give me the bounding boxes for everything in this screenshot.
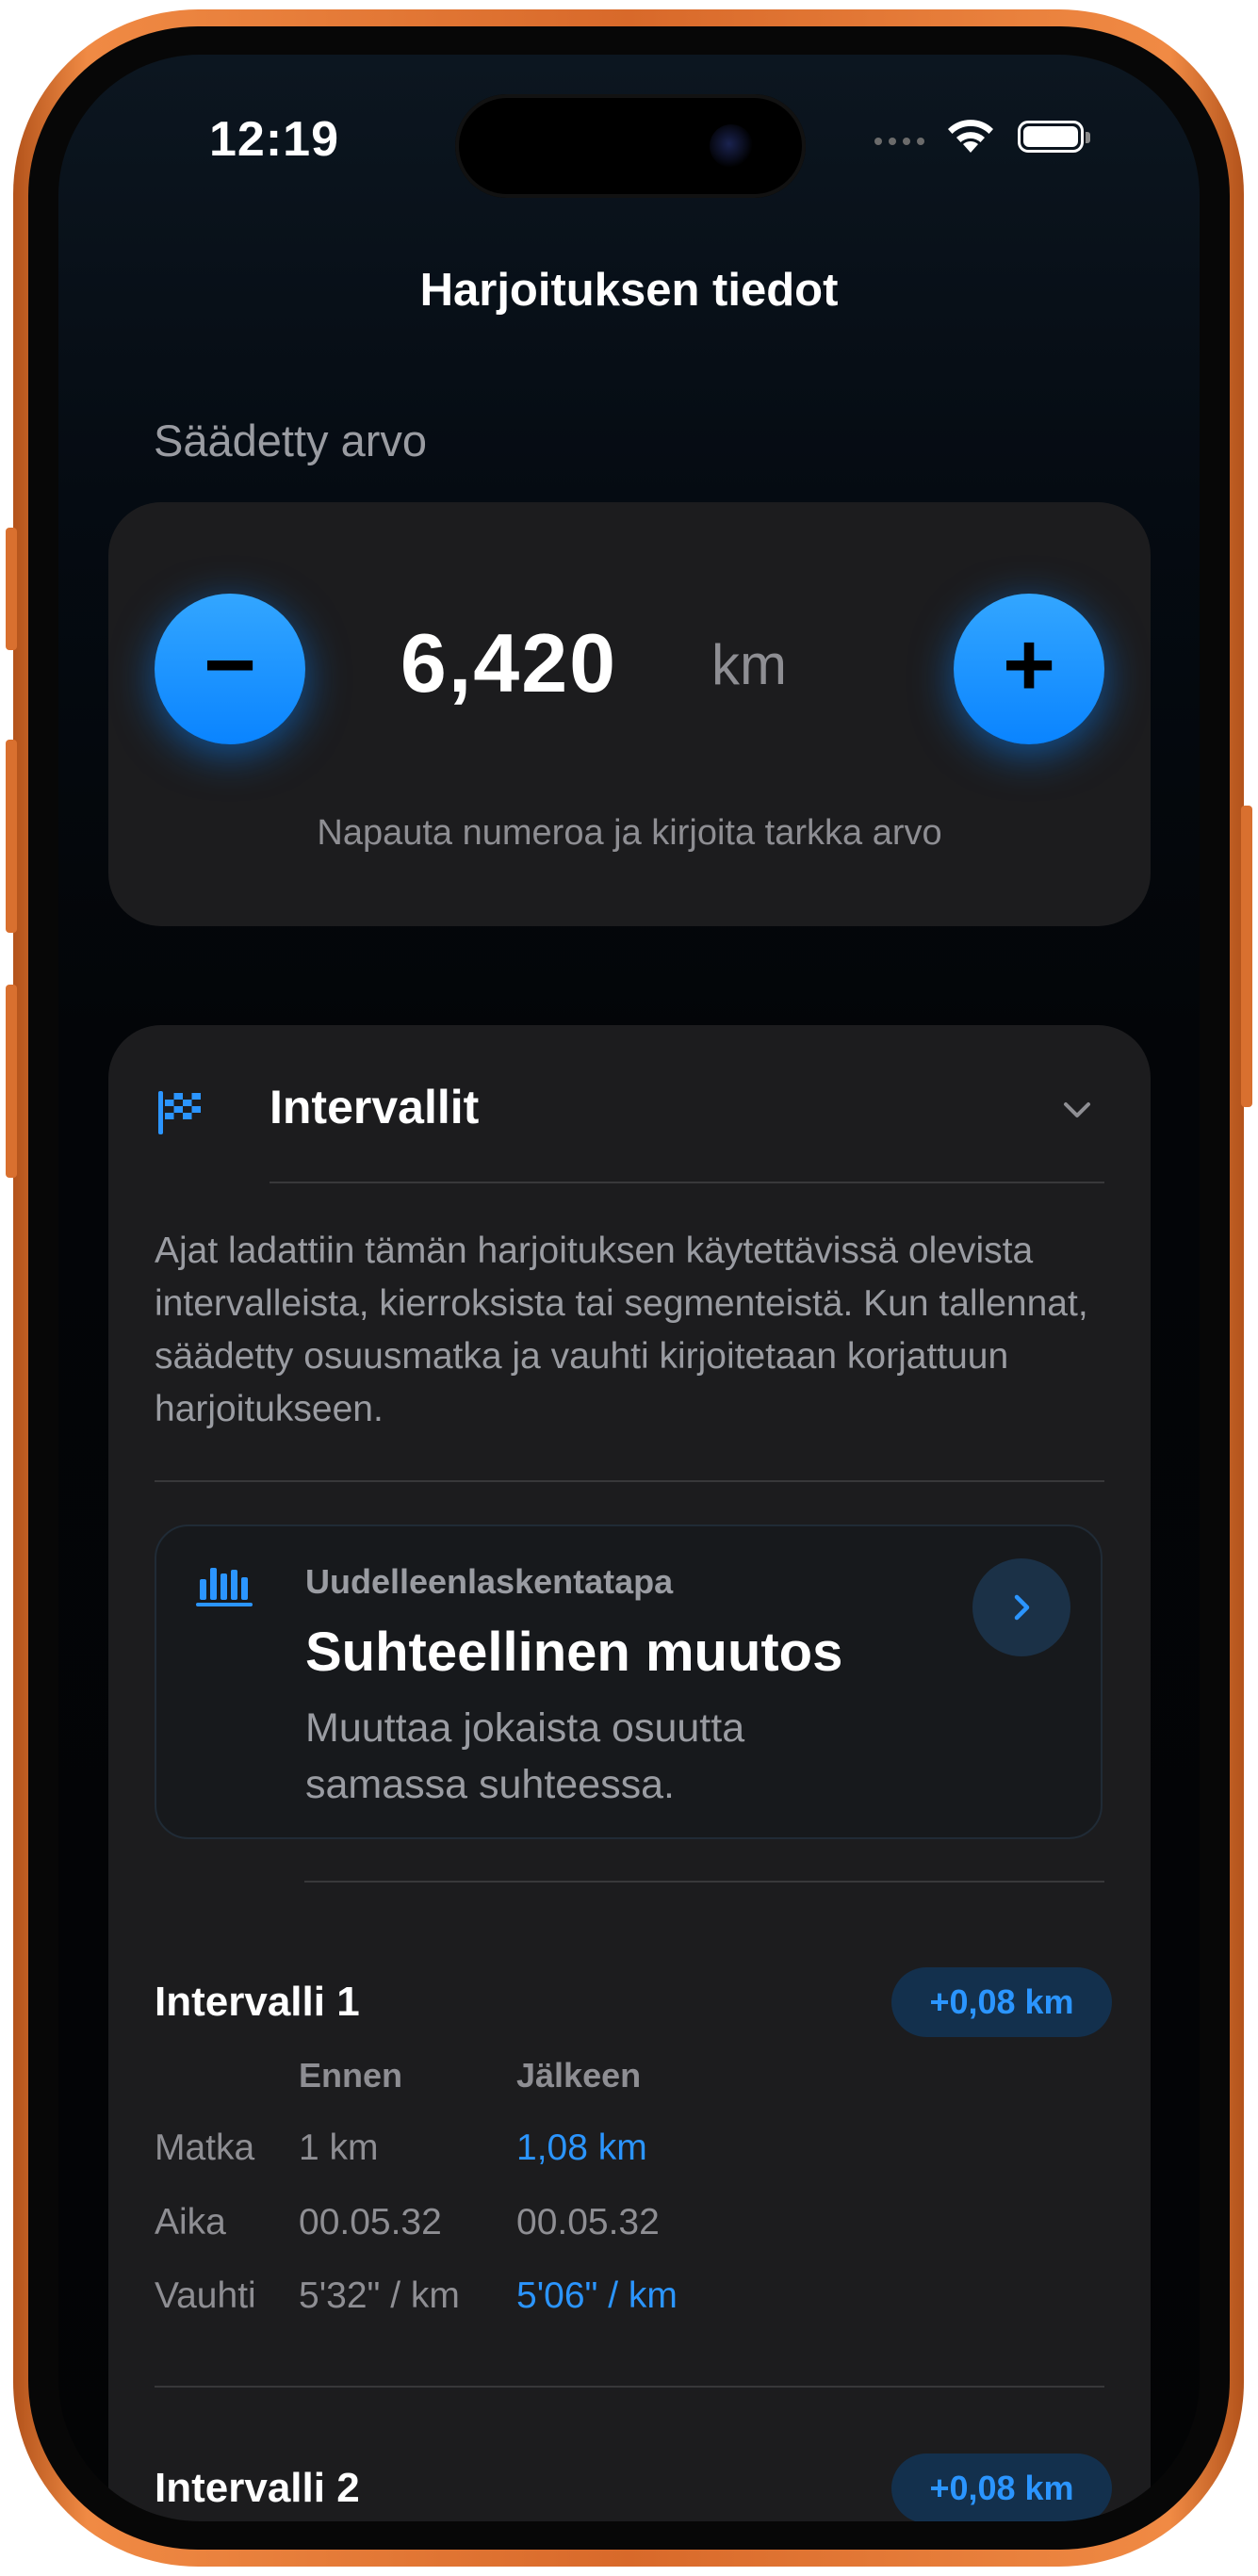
- row-label-time: Aika: [155, 2202, 226, 2242]
- interval-2-badge: +0,08 km: [891, 2454, 1112, 2521]
- intervals-description: Ajat ladattiin tämän harjoituksen käytet…: [155, 1231, 1088, 1429]
- increment-button[interactable]: +: [954, 594, 1104, 744]
- bar-chart-icon: [196, 1568, 253, 1606]
- battery-tip: [1086, 132, 1090, 143]
- volume-down-button: [6, 985, 17, 1178]
- adjusted-value-card: − 6,420 km + Napauta numeroa ja kirjoita…: [108, 502, 1151, 926]
- dynamic-island: [455, 94, 806, 198]
- power-button: [1241, 806, 1252, 1107]
- pace-before: 5'32" / km: [299, 2275, 460, 2316]
- camera-icon: [710, 124, 753, 168]
- distance-before: 1 km: [299, 2128, 379, 2168]
- value-hint: Napauta numeroa ja kirjoita tarkka arvo: [317, 813, 942, 853]
- time-after: 00.05.32: [516, 2202, 660, 2242]
- status-time: 12:19: [209, 112, 339, 167]
- page-title: Harjoituksen tiedot: [419, 265, 839, 316]
- chevron-down-icon[interactable]: [1060, 1093, 1094, 1127]
- method-select-button[interactable]: [972, 1558, 1070, 1656]
- pace-after: 5'06" / km: [516, 2275, 678, 2316]
- adjusted-value-label: Säädetty arvo: [154, 416, 428, 465]
- distance-after: 1,08 km: [516, 2128, 647, 2168]
- divider: [304, 1881, 1104, 1883]
- chevron-right-icon: [1014, 1594, 1030, 1621]
- battery-icon: [1018, 121, 1084, 153]
- volume-up-button: [6, 740, 17, 933]
- intervals-title: Intervallit: [270, 1081, 480, 1133]
- signal-icon: [874, 138, 924, 145]
- checkered-flag-icon: [158, 1091, 201, 1134]
- column-before: Ennen: [299, 2056, 403, 2095]
- adjusted-value-input[interactable]: 6,420: [344, 615, 674, 711]
- method-description: Muuttaa jokaista osuutta samassa suhtees…: [305, 1705, 745, 1807]
- interval-1-badge: +0,08 km: [891, 1967, 1112, 2037]
- screen: 12:19 Harjoituksen tiedot Säädetty arvo …: [58, 55, 1200, 2521]
- divider: [155, 1480, 1104, 1482]
- column-after: Jälkeen: [516, 2056, 642, 2095]
- minus-icon: −: [203, 614, 257, 715]
- method-label: Uudelleenlaskentatapa: [305, 1562, 674, 1601]
- recalculation-method-row[interactable]: Uudelleenlaskentatapa Suhteellinen muuto…: [155, 1524, 1103, 1839]
- action-button: [6, 528, 17, 650]
- interval-1-title: Intervalli 1: [155, 1979, 360, 2025]
- wifi-icon: [948, 120, 993, 153]
- divider: [155, 2386, 1104, 2388]
- intervals-card: Intervallit Ajat ladattiin tämän harjoit…: [108, 1025, 1151, 2521]
- divider: [270, 1182, 1104, 1183]
- unit-label: km: [711, 633, 787, 696]
- method-title: Suhteellinen muutos: [305, 1622, 843, 1683]
- row-label-pace: Vauhti: [155, 2275, 256, 2316]
- row-label-distance: Matka: [155, 2128, 255, 2168]
- status-icons: [874, 117, 1119, 164]
- time-before: 00.05.32: [299, 2202, 442, 2242]
- interval-2-title: Intervalli 2: [155, 2465, 360, 2511]
- decrement-button[interactable]: −: [155, 594, 305, 744]
- plus-icon: +: [1002, 614, 1056, 715]
